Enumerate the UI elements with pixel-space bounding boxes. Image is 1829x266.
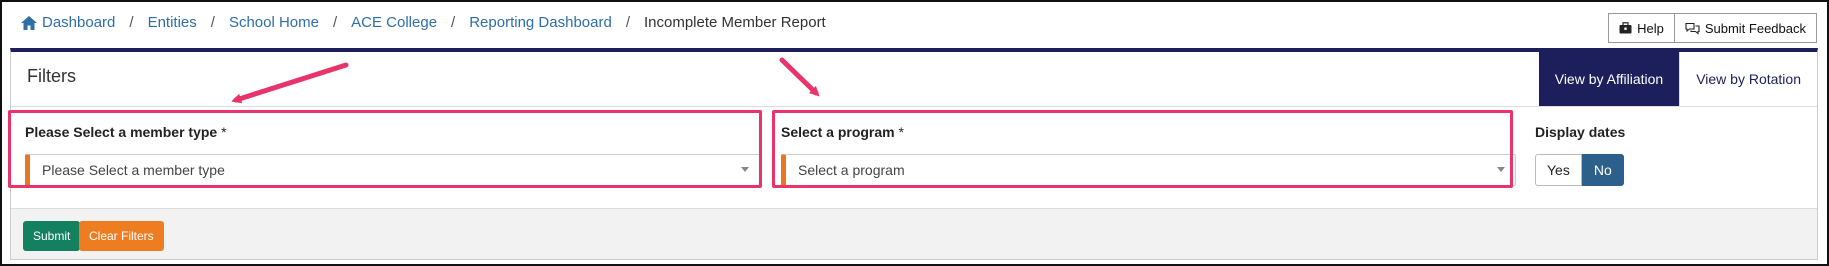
filters-title: Filters	[27, 66, 76, 86]
display-dates-field: Display dates Yes No	[1535, 124, 1655, 186]
header-actions: Help Submit Feedback	[1608, 13, 1817, 43]
breadcrumb-separator: /	[332, 14, 338, 31]
clear-filters-button[interactable]: Clear Filters	[79, 221, 164, 251]
program-highlight	[772, 110, 1513, 188]
breadcrumb-entities[interactable]: Entities	[148, 14, 197, 31]
display-dates-label: Display dates	[1535, 124, 1626, 140]
submit-button[interactable]: Submit	[23, 221, 81, 251]
chat-bubbles-icon	[1685, 22, 1700, 35]
submit-feedback-button[interactable]: Submit Feedback	[1674, 13, 1817, 43]
help-button[interactable]: Help	[1608, 13, 1675, 43]
tab-view-by-affiliation[interactable]: View by Affiliation	[1538, 52, 1680, 106]
breadcrumb-separator: /	[210, 14, 215, 31]
help-label: Help	[1637, 20, 1664, 36]
briefcase-icon	[1619, 22, 1632, 34]
member-type-highlight	[8, 110, 762, 188]
display-dates-toggle: Yes No	[1535, 154, 1624, 186]
home-icon	[21, 15, 37, 30]
breadcrumb-separator: /	[451, 14, 456, 31]
breadcrumb-ace-college[interactable]: ACE College	[351, 14, 437, 31]
filters-footer: Submit Clear Filters	[11, 208, 1817, 259]
breadcrumb-school-home[interactable]: School Home	[229, 14, 319, 31]
display-dates-no[interactable]: No	[1581, 154, 1624, 186]
view-tabs: View by Affiliation View by Rotation	[1538, 52, 1817, 106]
breadcrumb-separator: /	[129, 14, 134, 31]
breadcrumb-dashboard[interactable]: Dashboard	[42, 14, 115, 31]
breadcrumb-separator: /	[625, 14, 630, 31]
filters-header: Filters View by Affiliation View by Rota…	[11, 52, 1817, 107]
display-dates-yes[interactable]: Yes	[1535, 154, 1582, 186]
breadcrumb-current: Incomplete Member Report	[643, 14, 826, 31]
submit-feedback-label: Submit Feedback	[1704, 20, 1806, 36]
breadcrumb-reporting-dashboard[interactable]: Reporting Dashboard	[469, 14, 612, 31]
breadcrumb: Dashboard / Entities / School Home / ACE…	[20, 14, 826, 31]
tab-view-by-rotation[interactable]: View by Rotation	[1679, 52, 1817, 106]
